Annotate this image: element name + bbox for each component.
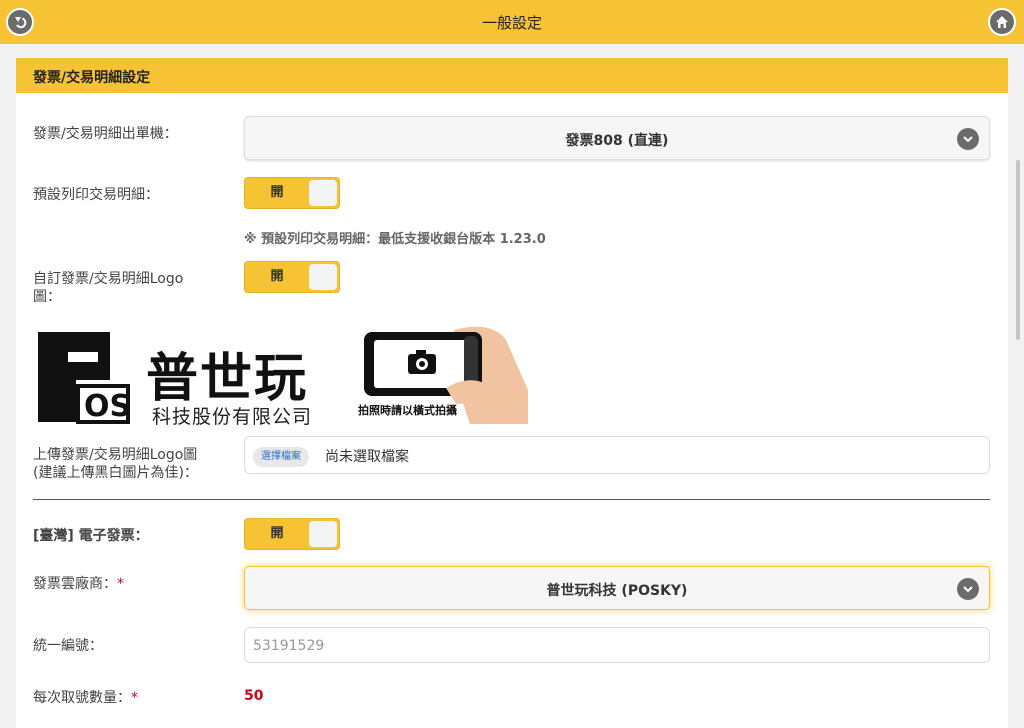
file-status: 尚未選取檔案 (325, 449, 409, 465)
upload-label: 上傳發票/交易明細Logo圖 (建議上傳黑白圖片為佳)： (33, 447, 198, 481)
toggle-knob (309, 521, 337, 547)
toggle-on-label: 開 (270, 269, 284, 284)
brand-subtitle: 科技股份有限公司 (152, 406, 313, 428)
required-mark: * (117, 576, 124, 592)
einvoice-toggle[interactable]: 開 (244, 518, 340, 550)
divider (33, 499, 990, 500)
toggle-on-label: 開 (270, 185, 284, 200)
toggle-knob (309, 180, 337, 206)
number-count-label: 每次取號數量：* (33, 690, 138, 706)
home-icon (996, 16, 1008, 28)
chevron-down-icon (957, 128, 979, 150)
default-print-label: 預設列印交易明細： (33, 187, 159, 203)
toggle-on-label: 開 (270, 526, 284, 541)
tax-id-input[interactable]: 53191529 (244, 627, 990, 663)
logo-preview: OS 普世玩 科技股份有限公司 (36, 330, 336, 428)
page-title: 一般設定 (481, 14, 542, 32)
svg-text:OS: OS (84, 389, 131, 424)
default-print-toggle[interactable]: 開 (244, 177, 340, 209)
einvoice-label: [臺灣] 電子發票： (33, 528, 149, 544)
company-logo-icon: OS (38, 332, 131, 424)
photo-hint-text: 拍照時請以橫式拍攝 (358, 404, 457, 417)
top-bar: 一般設定 (0, 0, 1024, 44)
settings-panel: 發票/交易明細設定 發票/交易明細出單機： 發票808 (直連) 預設列印交易明… (16, 58, 1008, 728)
required-mark: * (131, 690, 138, 706)
printer-label: 發票/交易明細出單機： (33, 126, 178, 142)
version-note: ※ 預設列印交易明細：最低支援收銀台版本 1.23.0 (244, 232, 546, 247)
vendor-select[interactable]: 普世玩科技 (POSKY) (244, 566, 990, 610)
vendor-value: 普世玩科技 (POSKY) (546, 583, 688, 599)
tax-id-label: 統一編號： (33, 638, 103, 654)
printer-value: 發票808 (直連) (565, 133, 669, 149)
custom-logo-toggle[interactable]: 開 (244, 261, 340, 293)
number-count-value: 50 (244, 688, 264, 704)
toggle-knob (309, 264, 337, 290)
choose-file-button[interactable]: 選擇檔案 (253, 447, 309, 467)
scrollbar[interactable] (1016, 160, 1020, 340)
photo-hint-illustration: 拍照時請以橫式拍攝 (346, 320, 546, 424)
section-title: 發票/交易明細設定 (33, 70, 151, 86)
section-header: 發票/交易明細設定 (16, 58, 1008, 93)
brand-title: 普世玩 (146, 349, 309, 409)
custom-logo-label: 自訂發票/交易明細Logo 圖： (33, 271, 184, 305)
printer-select[interactable]: 發票808 (直連) (244, 116, 990, 160)
tax-id-value: 53191529 (253, 638, 325, 654)
home-button[interactable] (988, 8, 1016, 36)
file-upload-field[interactable]: 選擇檔案 尚未選取檔案 (244, 436, 990, 474)
vendor-label: 發票雲廠商：* (33, 576, 124, 592)
chevron-down-icon (957, 578, 979, 600)
